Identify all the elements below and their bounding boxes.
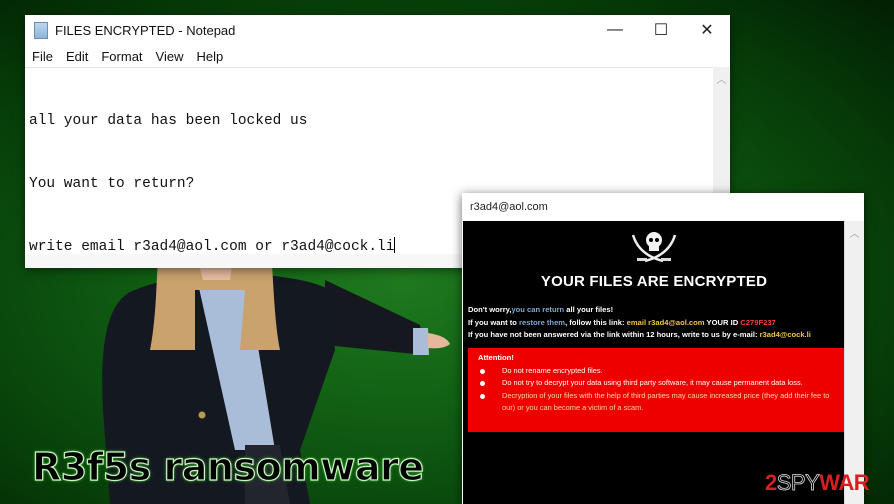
attention-item: Do not try to decrypt your data using th…	[480, 377, 837, 389]
line3-part-a: If you have not been answered via the li…	[468, 330, 760, 339]
ransom-window-title: r3ad4@aol.com	[470, 201, 548, 213]
menu-help[interactable]: Help	[196, 49, 223, 64]
scroll-up-icon[interactable]: ︿	[713, 71, 730, 86]
line2-part-b: restore them	[519, 317, 566, 327]
notepad-titlebar[interactable]: FILES ENCRYPTED - Notepad — ☐ ✕	[25, 15, 730, 45]
logo-mid: SPY	[776, 470, 820, 496]
ransom-heading: YOUR FILES ARE ENCRYPTED	[540, 273, 768, 290]
attention-item: Do not rename encrypted files.	[480, 365, 837, 377]
scroll-up-icon[interactable]: ︿	[845, 225, 864, 240]
line2-part-a: If you want to	[468, 317, 520, 327]
text-line-1: all your data has been locked us	[29, 113, 308, 129]
menu-edit[interactable]: Edit	[66, 49, 88, 64]
attention-item-text: Decryption of your files with the help o…	[502, 390, 830, 412]
line2-part-e: YOUR ID	[704, 317, 741, 327]
line1-part-c: all your files!	[564, 305, 614, 314]
logo-prefix: 2	[765, 470, 777, 495]
victim-id: C279F237	[740, 317, 776, 327]
text-line-2: You want to return?	[29, 176, 195, 192]
menu-format[interactable]: Format	[101, 49, 142, 64]
text-line-3-content: write email r3ad4@aol.com or r3ad4@cock.…	[29, 239, 395, 255]
ransom-scrollbar[interactable]: ︿ ﹀	[844, 221, 864, 504]
logo-suffix: WAR	[819, 470, 870, 495]
maximize-button[interactable]: ☐	[638, 15, 684, 45]
bullet-icon	[480, 369, 485, 374]
attention-title: Attention!	[478, 353, 514, 362]
ransom-note-window: r3ad4@aol.com YOUR FILES ARE ENCRYPTED D…	[462, 193, 864, 504]
ransom-message: Don't worry,you can return all your file…	[468, 304, 843, 342]
bullet-icon	[480, 381, 485, 387]
message-line-3: If you have not been answered via the li…	[468, 329, 843, 342]
message-line-2: If you want to restore them, follow this…	[468, 317, 843, 330]
close-button[interactable]: ✕	[684, 15, 730, 45]
line1-part-b: you can return	[511, 305, 565, 314]
contact-email-link[interactable]: email r3ad4@aol.com	[627, 318, 705, 327]
menu-file[interactable]: File	[32, 49, 53, 64]
backup-email: r3ad4@cock.li	[759, 330, 811, 339]
attention-item-text: Do not try to decrypt your data using th…	[502, 378, 803, 388]
bullet-icon	[480, 393, 485, 399]
ransom-note-body: YOUR FILES ARE ENCRYPTED Don't worry,you…	[463, 221, 845, 504]
skull-crossed-swords-icon	[631, 232, 677, 263]
ransomware-caption: R3f5s ransomware	[31, 444, 424, 489]
line2-part-c: , follow this link:	[565, 317, 627, 327]
notepad-icon	[34, 21, 48, 39]
attention-item: Decryption of your files with the help o…	[480, 390, 837, 415]
attention-list: Do not rename encrypted files. Do not tr…	[480, 365, 837, 414]
attention-box: Attention! Do not rename encrypted files…	[468, 348, 845, 432]
message-line-1: Don't worry,you can return all your file…	[468, 304, 843, 317]
text-caret	[394, 237, 396, 253]
line1-part-a: Don't worry,	[468, 305, 512, 314]
notepad-title: FILES ENCRYPTED - Notepad	[55, 22, 236, 38]
2spyware-logo: 2 SPY WAR	[765, 470, 870, 496]
notepad-menubar: File Edit Format View Help	[25, 45, 730, 67]
minimize-button[interactable]: —	[592, 15, 638, 45]
attention-item-text: Do not rename encrypted files.	[502, 366, 603, 375]
menu-view[interactable]: View	[156, 49, 184, 64]
